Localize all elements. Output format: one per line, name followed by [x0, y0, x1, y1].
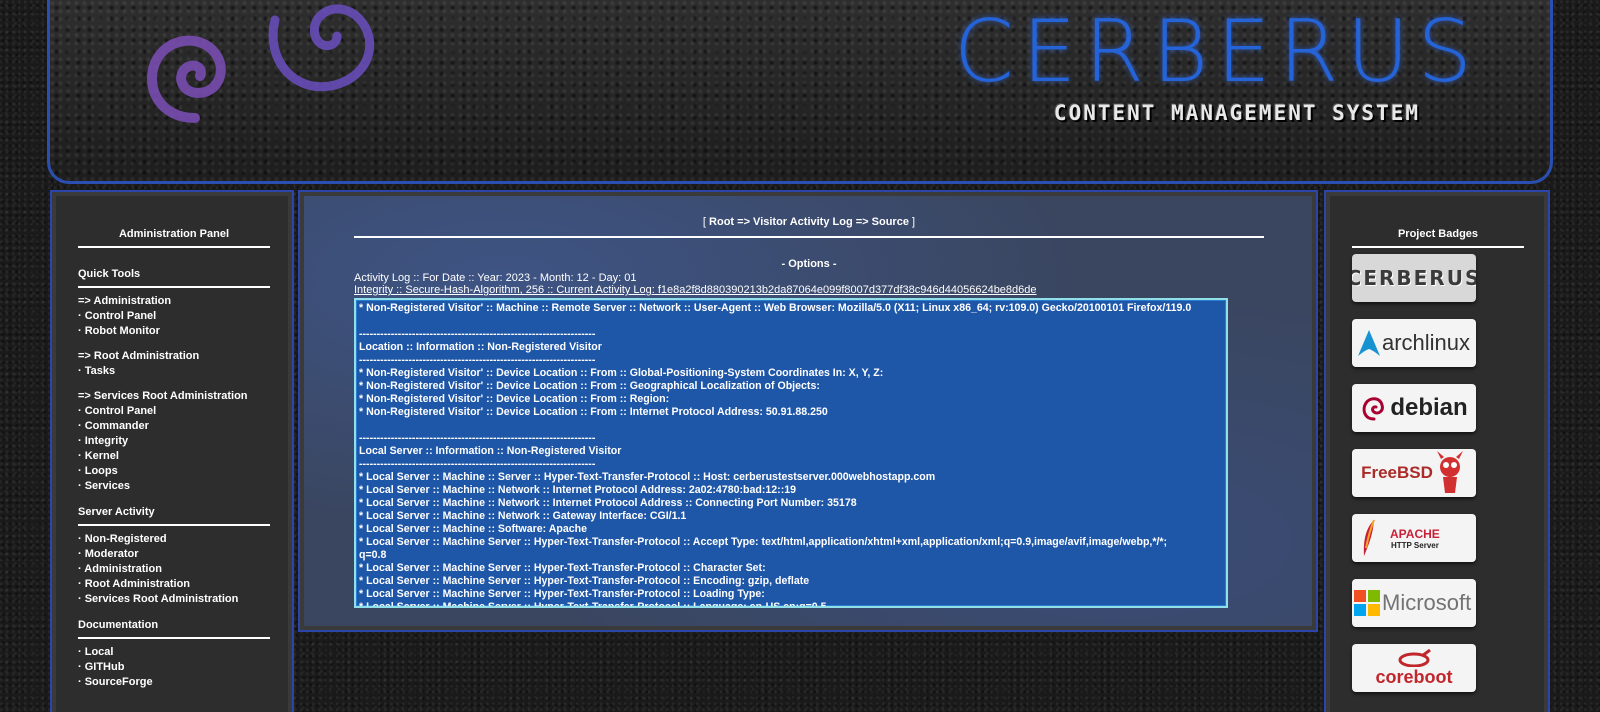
- badge-freebsd[interactable]: FreeBSD: [1352, 449, 1476, 497]
- nav-item-kernel[interactable]: · Kernel: [78, 449, 270, 464]
- log-line: * Non-Registered Visitor' :: Machine :: …: [359, 302, 1192, 314]
- badge-apache-text: APACHE HTTP Server: [1390, 527, 1440, 550]
- nav-item-control-panel[interactable]: · Control Panel: [78, 309, 270, 324]
- microsoft-logo-icon: [1354, 590, 1380, 616]
- freebsd-daemon-icon: [1436, 451, 1463, 493]
- activity-log-textarea[interactable]: * Non-Registered Visitor' :: Machine :: …: [354, 298, 1228, 608]
- badge-label: archlinux: [1381, 330, 1471, 355]
- nav-item-services-root-administration[interactable]: · Services Root Administration: [78, 592, 270, 607]
- log-line: * Local Server :: Machine Server :: Hype…: [359, 601, 827, 608]
- badge-label: FreeBSD: [1361, 463, 1433, 482]
- nav-item-sourceforge[interactable]: · SourceForge: [78, 675, 270, 690]
- nav-item-services-root-administration[interactable]: => Services Root Administration: [78, 389, 270, 404]
- badge-coreboot[interactable]: coreboot: [1352, 644, 1476, 692]
- log-line: * Local Server :: Machine Server :: Hype…: [359, 575, 810, 587]
- nav-item-root-administration[interactable]: · Root Administration: [78, 577, 270, 592]
- log-line: Location :: Information :: Non-Registere…: [359, 341, 602, 353]
- breadcrumb-path[interactable]: Root => Visitor Activity Log => Source: [709, 216, 909, 228]
- nav-item-administration[interactable]: · Administration: [78, 562, 270, 577]
- header-banner: CERBERUS CONTENT MANAGEMENT SYSTEM: [47, 0, 1553, 184]
- log-date: Activity Log :: For Date :: Year: 2023 -…: [354, 272, 637, 284]
- log-line: * Non-Registered Visitor' :: Device Loca…: [359, 380, 820, 392]
- nav-item-administration[interactable]: => Administration: [78, 294, 270, 309]
- divider: [78, 524, 270, 526]
- administration-panel: Administration Panel Quick Tools => Admi…: [50, 190, 294, 712]
- nav-item-commander[interactable]: · Commander: [78, 419, 270, 434]
- project-badges-panel: Project Badges CERBERUS archlinux debian…: [1324, 190, 1550, 712]
- content-panel: [ Root => Visitor Activity Log => Source…: [298, 190, 1318, 632]
- log-line: * Local Server :: Machine :: Network :: …: [359, 510, 687, 522]
- log-line: ----------------------------------------…: [359, 458, 596, 470]
- log-line: * Local Server :: Machine :: Network :: …: [359, 497, 857, 509]
- nav-item-non-registered[interactable]: · Non-Registered: [78, 532, 270, 547]
- section-title-documentation: Documentation: [78, 619, 159, 631]
- divider: [354, 236, 1264, 238]
- badge-label: debian: [1390, 394, 1468, 421]
- nav-item-robot-monitor[interactable]: · Robot Monitor: [78, 324, 270, 339]
- badge-cerberus[interactable]: CERBERUS: [1352, 254, 1476, 302]
- log-line: ----------------------------------------…: [359, 432, 596, 444]
- nav-item-integrity[interactable]: · Integrity: [78, 434, 270, 449]
- log-line: * Local Server :: Machine :: Server :: H…: [359, 471, 936, 483]
- brand-subtitle: CONTENT MANAGEMENT SYSTEM: [1053, 101, 1420, 125]
- log-line: ----------------------------------------…: [359, 328, 596, 340]
- badge-label: coreboot: [1375, 666, 1453, 687]
- divider: [1352, 246, 1524, 248]
- nav-group-services-root-administration: => Services Root Administration · Contro…: [78, 389, 270, 494]
- log-line: ----------------------------------------…: [359, 354, 596, 366]
- nav-item-tasks[interactable]: · Tasks: [78, 364, 270, 379]
- badge-apache[interactable]: APACHE HTTP Server: [1352, 514, 1476, 562]
- badge-microsoft[interactable]: Microsoft: [1352, 579, 1476, 627]
- apache-feather-icon: [1363, 519, 1375, 556]
- coreboot-rabbit-icon: [1398, 648, 1431, 667]
- options-link[interactable]: - Options -: [354, 258, 1264, 270]
- nav-item-control-panel[interactable]: · Control Panel: [78, 404, 270, 419]
- swirl-logo-icon: [146, 35, 226, 123]
- badge-label: CERBERUS: [1352, 266, 1476, 290]
- nav-item-loops[interactable]: · Loops: [78, 464, 270, 479]
- log-line: * Non-Registered Visitor' :: Device Loca…: [359, 406, 828, 418]
- nav-group-documentation: · Local · GITHub · SourceForge: [78, 645, 270, 690]
- log-line: Local Server :: Information :: Non-Regis…: [359, 445, 622, 457]
- badge-sublabel: HTTP Server: [1390, 540, 1439, 550]
- log-line: * Non-Registered Visitor' :: Device Loca…: [359, 393, 670, 405]
- divider: [78, 637, 270, 639]
- badge-label: APACHE: [1390, 526, 1440, 541]
- swirl-logo-icon: [268, 4, 375, 92]
- divider: [78, 246, 270, 248]
- brand-title: CERBERUS: [953, 2, 1480, 102]
- nav-group-administration: => Administration · Control Panel · Robo…: [78, 294, 270, 339]
- nav-group-root-administration: => Root Administration · Tasks: [78, 349, 270, 379]
- log-line: * Local Server :: Machine :: Network :: …: [359, 484, 797, 496]
- nav-item-local[interactable]: · Local: [78, 645, 270, 660]
- panel-heading: Administration Panel: [118, 228, 230, 240]
- section-title-quick-tools: Quick Tools: [78, 268, 141, 280]
- divider: [78, 286, 270, 288]
- log-line: * Local Server :: Machine :: Software: A…: [359, 523, 588, 535]
- panel-heading: Project Badges: [1397, 228, 1479, 240]
- log-line: * Non-Registered Visitor' :: Device Loca…: [359, 367, 884, 379]
- badge-label: Microsoft: [1382, 590, 1472, 615]
- badge-debian[interactable]: debian: [1352, 384, 1476, 432]
- log-line: * Local Server :: Machine Server :: Hype…: [359, 562, 766, 574]
- breadcrumb-bracket-close: ]: [908, 216, 916, 228]
- section-title-server-activity: Server Activity: [78, 506, 155, 518]
- nav-item-root-administration[interactable]: => Root Administration: [78, 349, 270, 364]
- breadcrumb: [ Root => Visitor Activity Log => Source…: [354, 216, 1264, 228]
- archlinux-logo-icon: [1357, 330, 1380, 356]
- nav-item-moderator[interactable]: · Moderator: [78, 547, 270, 562]
- nav-item-github[interactable]: · GITHub: [78, 660, 270, 675]
- badge-archlinux[interactable]: archlinux: [1352, 319, 1476, 367]
- log-line: * Local Server :: Machine Server :: Hype…: [359, 588, 765, 600]
- debian-swirl-icon: [1362, 397, 1385, 421]
- nav-group-server-activity: · Non-Registered · Moderator · Administr…: [78, 532, 270, 607]
- log-line: * Local Server :: Machine Server :: Hype…: [359, 536, 1168, 561]
- nav-item-services[interactable]: · Services: [78, 479, 270, 494]
- log-integrity-hash: Integrity :: Secure-Hash-Algorithm, 256 …: [354, 284, 1037, 296]
